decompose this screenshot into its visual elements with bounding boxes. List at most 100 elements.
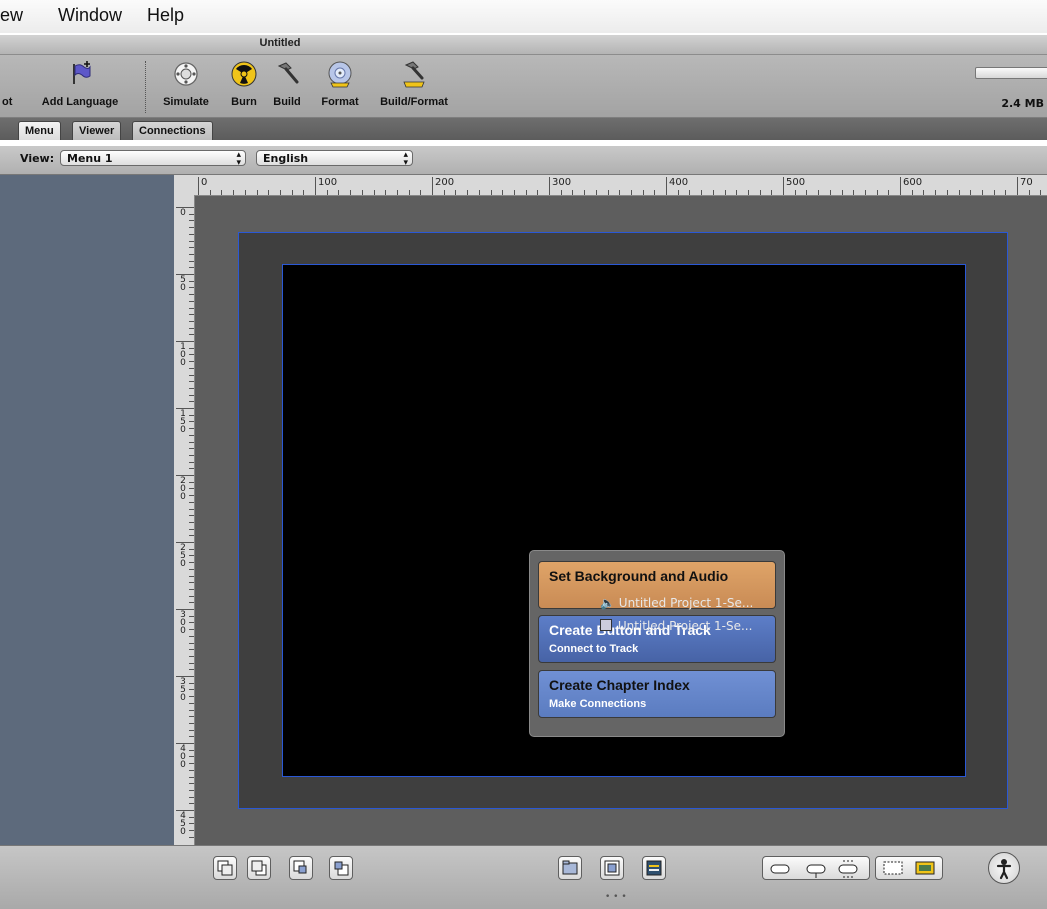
ruler-tick (1005, 190, 1007, 195)
ruler-tick (189, 461, 194, 463)
tab-viewer[interactable]: Viewer (72, 121, 122, 140)
menu-window[interactable]: Window (58, 5, 122, 26)
ruler-tick (666, 177, 667, 195)
drop-palette[interactable]: Set Background and Audio Create Button a… (529, 550, 785, 737)
ruler-label: 450 (180, 811, 186, 837)
ruler-tick (209, 190, 211, 195)
guides-icon[interactable] (876, 857, 942, 879)
ruler-tick (189, 736, 194, 738)
window-title-bar[interactable]: Untitled (0, 35, 1047, 55)
ruler-label: 200 (180, 476, 186, 502)
ruler-tick (279, 190, 281, 195)
ruler-tick (677, 190, 679, 195)
dragged-item-track: Untitled Project 1-Se... (600, 619, 752, 633)
ruler-label: 600 (903, 177, 923, 188)
resize-grip-icon[interactable]: • • • (605, 892, 627, 902)
ruler-label: 0 (180, 208, 186, 218)
ruler-tick (189, 830, 194, 832)
ruler-tick (189, 227, 194, 229)
send-backward-button[interactable] (247, 856, 271, 880)
ruler-tick (189, 689, 194, 691)
film-icon (600, 619, 612, 631)
shape-tools-icon[interactable] (763, 857, 869, 879)
ruler-tick (783, 177, 784, 195)
menu-select-value: Menu 1 (67, 152, 113, 165)
connect-to-track-label: Connect to Track (549, 643, 639, 655)
ruler-tick (189, 387, 194, 389)
send-to-back-button[interactable] (329, 856, 353, 880)
accessibility-button[interactable] (988, 852, 1020, 884)
ruler-tick (935, 190, 937, 195)
add-button-button[interactable] (600, 856, 624, 880)
ruler-tick (303, 190, 305, 195)
menu-view[interactable]: ew (0, 5, 23, 26)
ruler-tick (233, 190, 235, 195)
ruler-tick (189, 300, 194, 302)
ruler-tick (189, 253, 194, 255)
ruler-tick (189, 649, 194, 651)
add-language-button[interactable]: Add Language (30, 55, 130, 117)
ruler-tick (911, 190, 913, 195)
tab-menu[interactable]: Menu (18, 121, 61, 140)
ruler-tick (189, 434, 194, 436)
ruler-tick (189, 501, 194, 503)
ruler-tick (490, 190, 492, 195)
create-chapter-index-option[interactable]: Create Chapter Index Make Connections (538, 670, 776, 718)
ruler-tick (408, 190, 410, 195)
ruler-tick (189, 495, 194, 497)
simulate-button[interactable]: Simulate (155, 55, 217, 117)
horizontal-ruler: 0 100 200 300 400 500 600 70 (174, 175, 1047, 196)
ruler-tick (189, 568, 194, 570)
ruler-tick (455, 190, 457, 195)
ruler-tick (736, 190, 738, 195)
ruler-tick (701, 190, 703, 195)
ruler-tick (189, 374, 194, 376)
ruler-tick (189, 722, 194, 724)
ruler-tick (244, 190, 246, 195)
build-format-label: Build/Format (380, 96, 448, 108)
add-text-button[interactable] (642, 856, 666, 880)
ruler-tick (189, 776, 194, 778)
language-select[interactable]: English ▴ ▾ (256, 150, 413, 168)
bring-forward-button[interactable] (213, 856, 237, 880)
ruler-label: 300 (552, 177, 572, 188)
ruler-tick (189, 488, 194, 490)
ruler-tick (818, 190, 820, 195)
toolbar-button-partial[interactable]: ot (0, 55, 22, 117)
simulate-label: Simulate (163, 96, 209, 108)
ruler-tick (970, 190, 972, 195)
ruler-tick (338, 190, 340, 195)
format-button[interactable]: Format (314, 55, 366, 117)
ruler-tick (189, 803, 194, 805)
ruler-tick (946, 190, 948, 195)
ruler-tick (189, 247, 194, 249)
radiation-icon (231, 61, 257, 87)
bring-to-front-button[interactable] (289, 856, 313, 880)
build-button[interactable]: Build (266, 55, 308, 117)
ruler-label: 100 (180, 342, 186, 368)
ruler-tick (268, 190, 270, 195)
build-format-button[interactable]: Build/Format (372, 55, 456, 117)
ruler-tick (189, 796, 194, 798)
menu-select[interactable]: Menu 1 ▴ ▾ (60, 150, 246, 168)
ruler-tick (724, 190, 726, 195)
tab-connections[interactable]: Connections (132, 121, 213, 140)
ruler-tick (525, 190, 527, 195)
build-format-icon (403, 61, 425, 88)
ruler-tick (256, 190, 258, 195)
ruler-tick (189, 354, 194, 356)
ruler-tick (537, 190, 539, 195)
ruler-tick (221, 190, 223, 195)
ruler-tick (189, 709, 194, 711)
ruler-tick (189, 448, 194, 450)
ruler-tick (654, 190, 656, 195)
ruler-tick (595, 190, 597, 195)
ruler-tick (607, 190, 609, 195)
send-to-back-icon (334, 861, 349, 876)
ruler-tick (189, 629, 194, 631)
menu-help[interactable]: Help (147, 5, 184, 26)
ruler-label: 70 (1020, 177, 1033, 188)
ruler-tick (189, 334, 194, 336)
add-submenu-button[interactable] (558, 856, 582, 880)
burn-button[interactable]: Burn (224, 55, 264, 117)
